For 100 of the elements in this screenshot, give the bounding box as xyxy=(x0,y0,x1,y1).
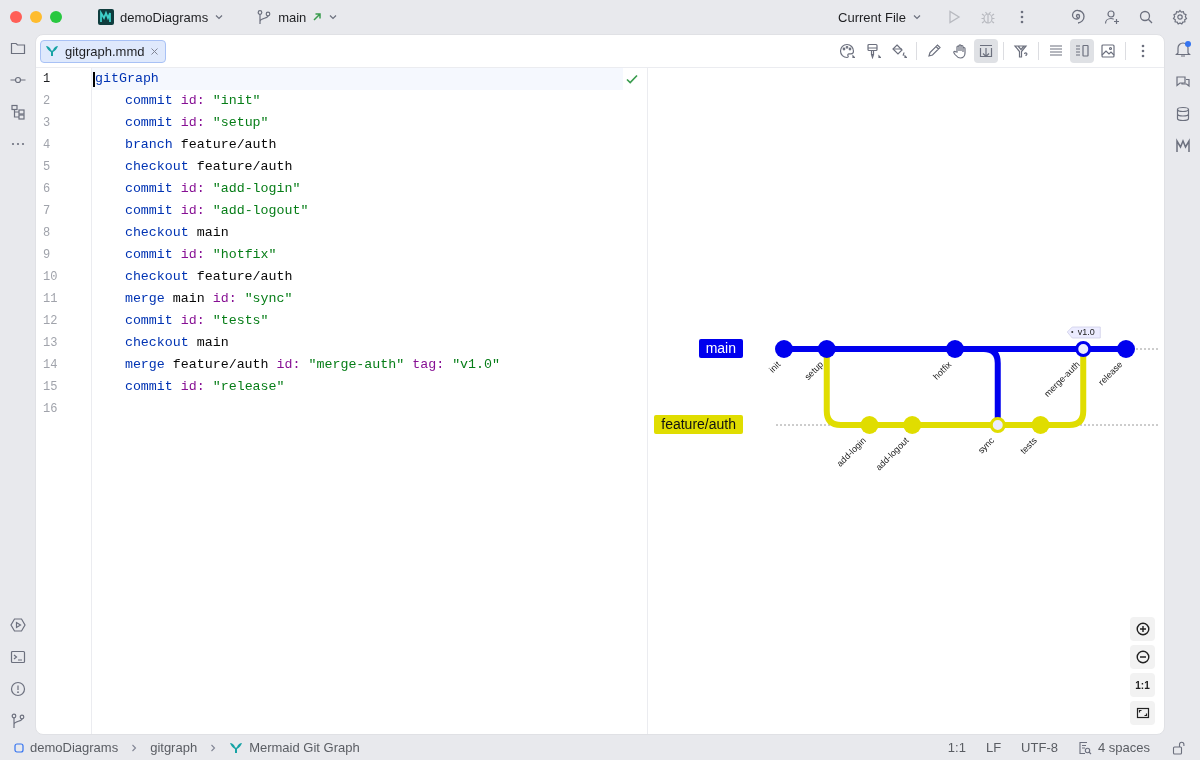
chevron-right-icon xyxy=(209,742,218,753)
actual-size-button[interactable]: 1:1 xyxy=(1130,673,1155,697)
merge-commit-node xyxy=(989,417,1006,433)
line-number: 10 xyxy=(42,269,59,286)
filter-help-icon xyxy=(1013,43,1029,59)
branch-label: feature/auth xyxy=(654,415,743,434)
zoom-in-button[interactable] xyxy=(1130,617,1155,641)
tag-label: v1.0 xyxy=(1066,326,1101,339)
code-line: checkout feature/auth xyxy=(124,158,293,176)
line-number: 14 xyxy=(42,357,59,374)
line-number: 9 xyxy=(42,247,52,264)
line-number: 1 xyxy=(42,71,52,88)
commit-node xyxy=(775,340,793,358)
line-number: 16 xyxy=(42,401,59,418)
merge-commit-node xyxy=(1075,341,1092,357)
zoom-out-icon xyxy=(1135,650,1150,664)
image-icon xyxy=(1100,43,1116,59)
line-number: 7 xyxy=(42,203,52,220)
code-line: commit id: "add-login" xyxy=(124,180,301,198)
scroll-sync-button[interactable] xyxy=(974,39,998,63)
code-line: checkout main xyxy=(124,224,229,242)
database-icon[interactable] xyxy=(1174,106,1191,122)
terminal-icon[interactable] xyxy=(9,649,26,665)
line-number: 13 xyxy=(42,335,59,352)
branch-selector[interactable]: main xyxy=(250,5,345,29)
indent-icon xyxy=(1077,740,1092,755)
run-configuration-selector[interactable]: Current File xyxy=(832,5,928,29)
line-number: 3 xyxy=(42,115,52,132)
split-view-icon xyxy=(1074,43,1090,59)
caret-position[interactable]: 1:1 xyxy=(947,740,966,755)
file-tab[interactable]: gitgraph.mmd xyxy=(40,39,167,63)
window-close-button[interactable] xyxy=(10,11,22,23)
line-number: 2 xyxy=(42,93,52,110)
close-icon[interactable] xyxy=(150,46,160,56)
breadcrumb[interactable]: gitgraph xyxy=(150,740,198,755)
services-icon[interactable] xyxy=(9,617,26,633)
problems-icon[interactable] xyxy=(9,681,26,697)
project-selector[interactable]: demoDiagrams xyxy=(92,5,231,29)
lines-icon xyxy=(1048,43,1064,59)
chevron-down-icon xyxy=(214,12,225,22)
folder-icon[interactable] xyxy=(9,40,26,56)
mermaid-icon xyxy=(45,44,59,58)
line-number: 15 xyxy=(42,379,59,396)
commit-node xyxy=(903,416,922,434)
chat-icon[interactable] xyxy=(1174,74,1191,90)
branch-icon xyxy=(256,9,273,25)
chevron-down-icon xyxy=(912,12,922,22)
file-encoding[interactable]: UTF-8 xyxy=(1021,740,1058,755)
line-number: 11 xyxy=(42,291,59,308)
line-number: 12 xyxy=(42,313,59,330)
commit-label: init xyxy=(767,359,783,375)
mermaid-logo-icon[interactable] xyxy=(1174,138,1191,154)
code-line: checkout feature/auth xyxy=(124,268,293,286)
notifications-icon[interactable] xyxy=(1173,40,1192,58)
scroll-down-icon xyxy=(978,43,994,59)
mermaid-icon xyxy=(229,740,244,755)
code-line: commit id: "init" xyxy=(124,92,261,110)
code-line: commit id: "add-logout" xyxy=(124,202,309,220)
line-number: 4 xyxy=(42,137,52,154)
pencil-icon xyxy=(926,43,942,59)
line-number: 5 xyxy=(42,159,52,176)
search-icon[interactable] xyxy=(1138,9,1154,25)
code-line: commit id: "tests" xyxy=(124,312,269,330)
project-logo-icon xyxy=(98,9,114,25)
brush-icon xyxy=(865,43,881,59)
paint-bucket-icon xyxy=(891,43,907,59)
git-icon[interactable] xyxy=(9,713,26,729)
code-line: branch feature/auth xyxy=(124,136,277,154)
commit-node xyxy=(946,340,964,358)
lock-open-icon[interactable] xyxy=(1172,740,1186,755)
code-line: commit id: "setup" xyxy=(124,114,269,132)
arrow-up-right-icon xyxy=(312,12,323,22)
text-cursor xyxy=(93,71,95,87)
indent-setting[interactable]: 4 spaces xyxy=(1097,740,1150,755)
commit-node xyxy=(817,340,836,358)
spiral-icon[interactable] xyxy=(1070,9,1086,25)
hand-icon xyxy=(952,43,968,59)
line-ending[interactable]: LF xyxy=(985,740,1002,755)
line-number: 8 xyxy=(42,225,52,242)
code-line: gitGraph xyxy=(95,70,159,88)
breadcrumb[interactable]: Mermaid Git Graph xyxy=(249,740,360,755)
code-line: commit id: "release" xyxy=(124,378,285,396)
commit-node xyxy=(1117,340,1135,358)
split-button[interactable] xyxy=(1070,39,1094,63)
breadcrumb[interactable]: demoDiagrams xyxy=(30,740,119,755)
commit-node xyxy=(860,416,879,434)
checkmark-icon xyxy=(625,72,639,86)
structure-icon[interactable] xyxy=(9,104,26,120)
code-line: merge main id: "sync" xyxy=(124,290,293,308)
commit-node xyxy=(1031,416,1050,434)
chevron-right-icon xyxy=(130,742,139,753)
zoom-out-button[interactable] xyxy=(1130,645,1155,669)
code-line: commit id: "hotfix" xyxy=(124,246,277,264)
branch-label: main xyxy=(698,339,743,358)
settings-icon[interactable] xyxy=(1172,9,1188,25)
add-user-icon[interactable] xyxy=(1104,9,1120,25)
fit-button[interactable] xyxy=(1130,701,1155,725)
palette-icon xyxy=(839,43,855,59)
code-line: checkout main xyxy=(124,334,229,352)
chevron-down-icon xyxy=(328,12,339,22)
